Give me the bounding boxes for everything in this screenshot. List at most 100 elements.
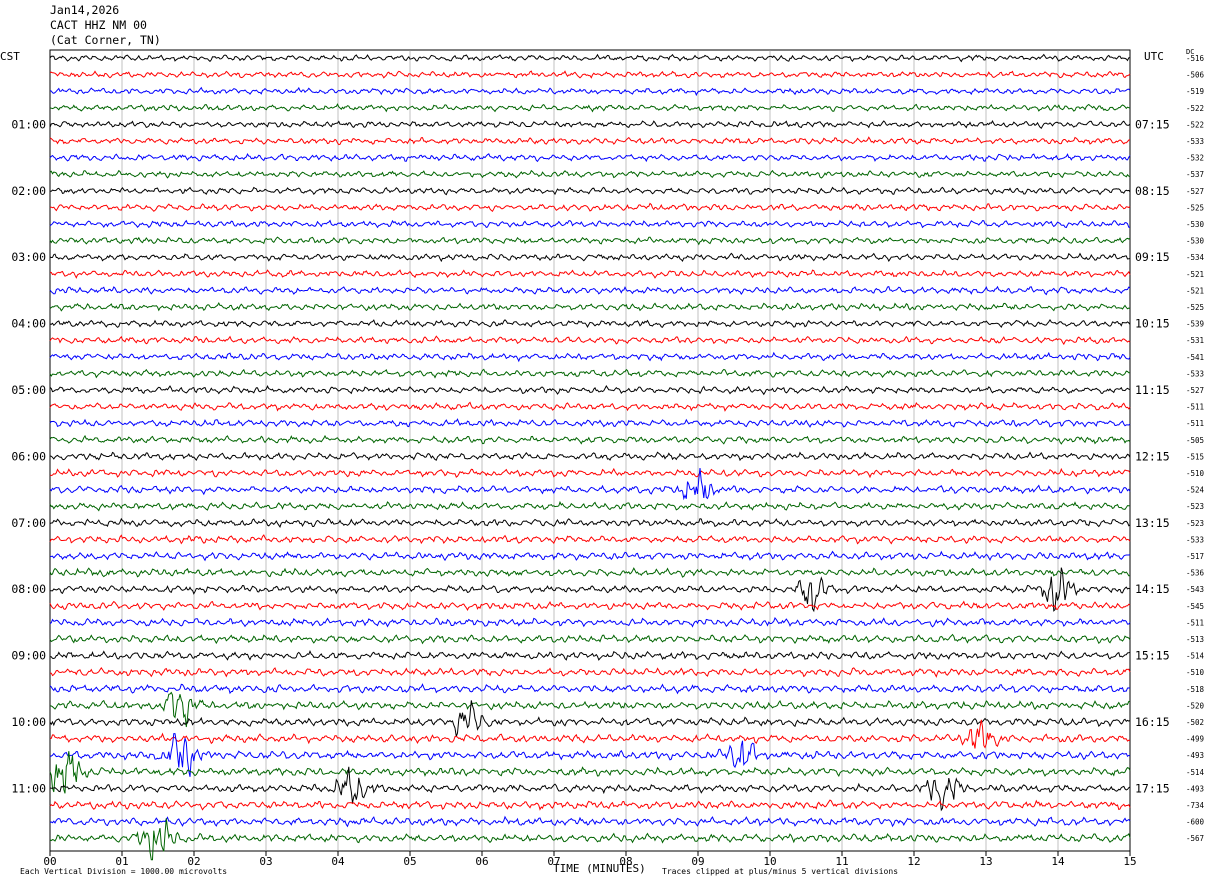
dc-offset-label: -515 — [1186, 452, 1204, 461]
trace-line — [49, 136, 1131, 146]
dc-offset-label: -524 — [1186, 486, 1205, 495]
left-hour-label: 01:00 — [11, 117, 46, 131]
trace-line — [49, 153, 1131, 163]
x-axis-title: TIME (MINUTES) — [553, 862, 646, 875]
left-hour-label: 03:00 — [11, 250, 46, 264]
dc-offset-label: -525 — [1186, 203, 1204, 212]
trace-line — [49, 202, 1131, 213]
trace-line — [49, 633, 1131, 645]
trace-line — [49, 451, 1131, 462]
right-hour-label: 12:15 — [1135, 449, 1170, 463]
trace-line — [49, 302, 1131, 312]
trace-line — [49, 719, 1131, 749]
right-hour-label: 07:15 — [1135, 117, 1170, 131]
trace-line — [49, 335, 1131, 346]
trace-line — [49, 86, 1131, 97]
x-tick-label: 12 — [907, 855, 920, 868]
trace-line — [49, 418, 1131, 428]
dc-offset-label: -527 — [1186, 386, 1204, 395]
dc-offset-label: -523 — [1186, 519, 1204, 528]
dc-offset-label: -531 — [1186, 336, 1204, 345]
trace-line — [49, 815, 1131, 828]
dc-offset-label: -520 — [1186, 701, 1205, 710]
left-hour-label: 08:00 — [11, 582, 46, 596]
dc-offset-label: -514 — [1186, 768, 1205, 777]
dc-offset-label: -533 — [1186, 369, 1204, 378]
dc-offset-label: -537 — [1186, 170, 1204, 179]
dc-offset-label: -518 — [1186, 685, 1205, 694]
dc-offset-label: -506 — [1186, 71, 1205, 80]
dc-offset-label: -493 — [1186, 784, 1204, 793]
x-tick-label: 06 — [475, 855, 488, 868]
dc-offset-label: -734 — [1186, 801, 1205, 810]
x-tick-label: 04 — [331, 855, 345, 868]
trace-line — [49, 500, 1131, 512]
trace-line — [49, 385, 1131, 396]
trace-line — [49, 534, 1131, 545]
dc-offset-label: -493 — [1186, 751, 1204, 760]
trace-line — [49, 285, 1131, 296]
dc-offset-label: -536 — [1186, 569, 1205, 578]
right-hour-label: 14:15 — [1135, 582, 1170, 596]
dc-offset-label: -499 — [1186, 735, 1204, 744]
right-hour-label: 10:15 — [1135, 317, 1170, 331]
dc-offset-label: -533 — [1186, 137, 1204, 146]
dc-offset-label: -502 — [1186, 718, 1204, 727]
x-tick-label: 14 — [1051, 855, 1065, 868]
trace-line — [49, 617, 1131, 628]
x-tick-label: 13 — [979, 855, 992, 868]
dc-offset-label: -514 — [1186, 652, 1205, 661]
dc-offset-label: -519 — [1186, 87, 1204, 96]
dc-offset-label: -543 — [1186, 585, 1204, 594]
trace-line — [49, 434, 1131, 445]
dc-offset-label: -545 — [1186, 602, 1204, 611]
left-hour-label: 11:00 — [11, 781, 46, 795]
trace-line — [49, 799, 1131, 811]
dc-offset-label: -517 — [1186, 552, 1204, 561]
right-hour-label: 15:15 — [1135, 649, 1170, 663]
plot-frame — [49, 49, 1131, 852]
scale-note: Each Vertical Division = 1000.00 microvo… — [20, 867, 228, 876]
dc-offset-label: -567 — [1186, 834, 1204, 843]
dc-offset-label: -539 — [1186, 320, 1204, 329]
trace-line — [49, 600, 1131, 611]
left-hour-label: 05:00 — [11, 383, 46, 397]
dc-offset-label: -516 — [1186, 54, 1205, 63]
dc-offset-label: -525 — [1186, 303, 1204, 312]
dc-offset-label: -511 — [1186, 419, 1204, 428]
left-hour-label: 02:00 — [11, 184, 46, 198]
dc-offset-label: -530 — [1186, 220, 1205, 229]
seismogram-chart: 00 01 02 03 04 05 06 07 08 09 10 11 12 13 14 15-516-506… — [11, 49, 1205, 868]
trace-line — [49, 368, 1130, 379]
trace-line — [49, 351, 1131, 363]
dc-offset-label: -534 — [1186, 253, 1205, 262]
right-hour-label: 13:15 — [1135, 516, 1170, 530]
left-hour-label: 07:00 — [11, 516, 46, 530]
dc-offset-label: -510 — [1186, 668, 1205, 677]
trace-line — [49, 467, 1131, 501]
trace-line — [49, 236, 1131, 246]
trace-line — [49, 550, 1131, 562]
trace-line — [49, 103, 1131, 113]
x-tick-label: 05 — [403, 855, 416, 868]
trace-line — [49, 219, 1130, 229]
dc-offset-label: -527 — [1186, 187, 1204, 196]
dc-offset-label: -510 — [1186, 469, 1205, 478]
dc-offset-label: -522 — [1186, 120, 1204, 129]
right-hour-label: 16:15 — [1135, 715, 1170, 729]
trace-line — [49, 70, 1131, 79]
trace-line — [49, 683, 1131, 695]
right-hour-label: 11:15 — [1135, 383, 1170, 397]
trace-line — [49, 269, 1131, 279]
trace-line — [49, 252, 1131, 263]
dc-offset-label: -533 — [1186, 535, 1204, 544]
dc-offset-label: -511 — [1186, 403, 1204, 412]
dc-offset-label: -541 — [1186, 353, 1204, 362]
dc-offset-label: -521 — [1186, 286, 1204, 295]
trace-line — [50, 650, 1131, 661]
trace-line — [49, 318, 1131, 329]
trace-line — [49, 169, 1131, 179]
right-hour-label: 08:15 — [1135, 184, 1170, 198]
dc-offset-label: -530 — [1186, 237, 1205, 246]
trace-line — [49, 517, 1131, 528]
